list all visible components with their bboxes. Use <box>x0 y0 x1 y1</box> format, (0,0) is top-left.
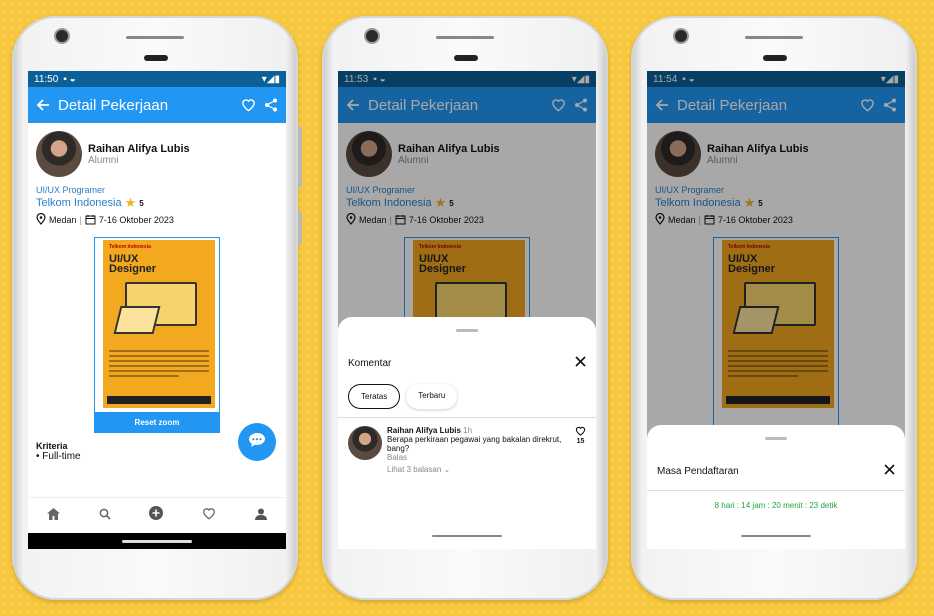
earpiece <box>144 55 168 61</box>
speaker-grille <box>126 36 184 39</box>
divider <box>338 417 596 418</box>
avatar[interactable] <box>36 131 82 177</box>
reply-link[interactable]: Balas <box>387 453 570 462</box>
poster-requirements <box>109 350 209 380</box>
screen-job-detail: 11:50 ▪ ◒ ▾◢▮ Detail Pekerjaan Raihan Al… <box>28 71 286 549</box>
heart-icon <box>575 426 586 438</box>
job-content: Raihan Alifya Lubis Alumni UI/UX Program… <box>28 123 286 549</box>
comment-avatar[interactable] <box>348 426 382 460</box>
tab-teratas[interactable]: Teratas <box>348 384 401 409</box>
bottom-navigation <box>28 497 286 533</box>
status-time: 11:50 <box>34 73 59 85</box>
comment-fab[interactable] <box>238 423 276 461</box>
phone-frame-2: 11:53 ▪ ◒ ▾◢▮ Detail Pekerjaan Raihan Al… <box>322 16 608 600</box>
comment-item: Raihan Alifya Lubis 1h Berapa perkiraan … <box>338 426 596 474</box>
sheet-title: Komentar <box>348 357 392 369</box>
star-icon: ★ <box>124 195 137 210</box>
like-count: 15 <box>576 438 585 445</box>
page-title: Detail Pekerjaan <box>58 96 169 114</box>
system-navigation-bar <box>28 533 286 549</box>
heart-icon[interactable] <box>202 507 216 525</box>
sheet-title: Masa Pendaftaran <box>657 465 739 477</box>
app-bar: Detail Pekerjaan <box>28 87 286 123</box>
poster-brand: Telkom Indonesia <box>109 244 151 250</box>
speaker-grille <box>745 36 803 39</box>
drag-handle[interactable] <box>456 329 478 332</box>
add-icon[interactable] <box>149 506 164 525</box>
front-camera <box>56 30 68 42</box>
front-camera <box>366 30 378 42</box>
home-gesture-bar[interactable] <box>122 539 192 543</box>
poster-image: Telkom Indonesia UI/UX Designer <box>103 240 215 408</box>
tab-terbaru[interactable]: Terbaru <box>406 384 458 409</box>
company-row: Telkom Indonesia ★ 5 <box>36 195 278 211</box>
back-arrow-icon[interactable] <box>36 98 50 112</box>
date-text: 7-16 Oktober 2023 <box>98 215 174 225</box>
chat-bubble-icon <box>248 432 266 453</box>
profile-name: Raihan Alifya Lubis <box>88 142 190 155</box>
view-replies-link[interactable]: Lihat 3 balasan ⌄ <box>387 465 570 474</box>
close-icon[interactable] <box>884 462 895 480</box>
profile-icon[interactable] <box>254 507 267 525</box>
screen-comments: 11:53 ▪ ◒ ▾◢▮ Detail Pekerjaan Raihan Al… <box>338 71 596 549</box>
drag-handle[interactable] <box>765 437 787 440</box>
calendar-icon <box>85 214 96 227</box>
close-icon[interactable] <box>575 354 586 372</box>
profile-role: Alumni <box>88 154 119 166</box>
notification-icon: ▪ ◒ <box>63 73 76 85</box>
home-gesture-bar[interactable] <box>741 535 811 537</box>
poster-laptop <box>113 306 161 334</box>
status-bar: 11:50 ▪ ◒ ▾◢▮ <box>28 71 286 87</box>
comment-author[interactable]: Raihan Alifya Lubis <box>387 426 461 435</box>
location-row: Medan | 7-16 Oktober 2023 <box>36 212 278 227</box>
profile-header: Raihan Alifya Lubis Alumni <box>36 131 278 177</box>
sort-tabs: Teratas Terbaru <box>338 384 596 409</box>
comments-sheet: Komentar Teratas Terbaru Raihan Alifya L… <box>338 317 596 549</box>
separator: | <box>79 215 82 225</box>
heart-icon[interactable] <box>241 98 256 112</box>
comment-time: 1h <box>463 426 473 435</box>
search-icon[interactable] <box>99 507 111 525</box>
phone-frame-1: 11:50 ▪ ◒ ▾◢▮ Detail Pekerjaan Raihan Al… <box>12 16 302 600</box>
company-rating: 5 <box>139 198 144 208</box>
earpiece <box>763 55 787 61</box>
like-button[interactable]: 15 <box>575 426 586 474</box>
poster-headline: UI/UX Designer <box>109 253 157 275</box>
job-poster[interactable]: Telkom Indonesia UI/UX Designer Reset zoo… <box>94 237 220 433</box>
screen-registration: 11:54 ▪ ◒ ▾◢▮ Detail Pekerjaan Raihan Al… <box>647 71 905 549</box>
home-gesture-bar[interactable] <box>432 535 502 537</box>
power-button <box>298 211 302 245</box>
volume-button <box>298 126 302 188</box>
job-position: UI/UX Programer <box>36 185 106 195</box>
chevron-down-icon: ⌄ <box>443 465 451 474</box>
countdown-timer: 8 hari : 14 jam : 20 menit : 23 detik <box>714 501 838 510</box>
share-icon[interactable] <box>264 98 278 112</box>
signal-battery-icon: ▾◢▮ <box>261 73 280 85</box>
sheet-header: Komentar <box>338 354 596 372</box>
speaker-grille <box>436 36 494 39</box>
sheet-header: Masa Pendaftaran <box>647 462 905 480</box>
location-text: Medan <box>49 215 77 225</box>
poster-footer <box>107 396 211 404</box>
earpiece <box>454 55 478 61</box>
location-pin-icon <box>36 212 46 227</box>
phone-frame-3: 11:54 ▪ ◒ ▾◢▮ Detail Pekerjaan Raihan Al… <box>631 16 917 600</box>
registration-sheet: Masa Pendaftaran 8 hari : 14 jam : 20 me… <box>647 425 905 549</box>
reset-zoom-button[interactable]: Reset zoom <box>95 412 219 432</box>
company-name[interactable]: Telkom Indonesia <box>36 197 122 209</box>
comment-text: Berapa perkiraan pegawai yang bakalan di… <box>387 435 562 453</box>
front-camera <box>675 30 687 42</box>
home-icon[interactable] <box>47 507 61 525</box>
divider <box>647 490 905 491</box>
